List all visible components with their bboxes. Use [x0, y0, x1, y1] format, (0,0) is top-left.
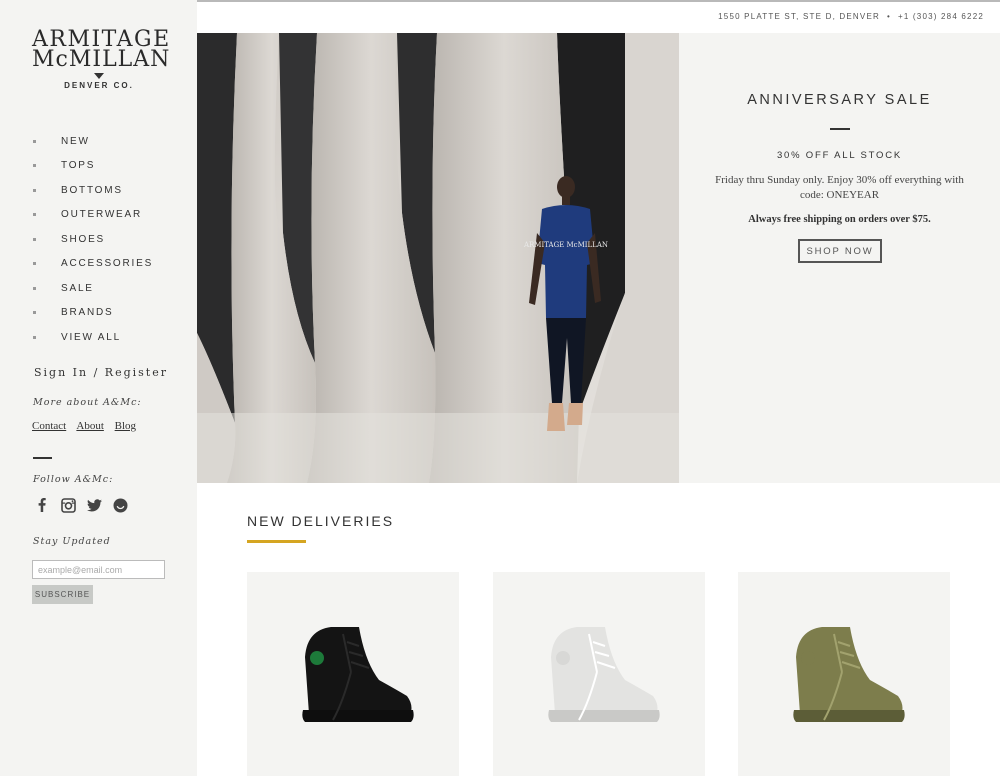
sneaker-image — [302, 627, 414, 722]
instagram-icon[interactable] — [60, 497, 76, 513]
bullet-icon — [33, 262, 36, 266]
signin-register-link[interactable]: Sign In / Register — [34, 366, 168, 379]
nav-item-label: BRANDS — [61, 307, 114, 319]
shoe-patch — [801, 651, 815, 665]
separator: • — [886, 12, 891, 21]
shoe-patch — [310, 651, 324, 665]
email-field[interactable] — [32, 560, 165, 579]
smile-icon[interactable] — [112, 497, 128, 513]
section-accent-rule — [247, 540, 306, 543]
store-address: 1550 PLATTE ST, STE D, DENVER — [718, 12, 880, 21]
hero-image: ARMITAGE McMILLAN — [197, 33, 679, 483]
logo-line-3: DENVER CO. — [64, 81, 134, 90]
promo-title: ANNIVERSARY SALE — [747, 92, 932, 108]
shoe-upper — [796, 627, 903, 714]
nav-item-label: BOTTOMS — [61, 184, 123, 196]
shoe-upper — [305, 627, 412, 714]
product-card[interactable] — [247, 572, 459, 776]
nav-item-accessories[interactable]: ACCESSORIES — [33, 252, 153, 277]
follow-heading: Follow A&Mc: — [33, 474, 114, 485]
bullet-icon — [33, 286, 36, 290]
about-link[interactable]: About — [76, 420, 104, 432]
nav-item-sale[interactable]: SALE — [33, 276, 153, 301]
nav-item-brands[interactable]: BRANDS — [33, 301, 153, 326]
logo-triangle-icon — [94, 73, 104, 79]
contact-link[interactable]: Contact — [32, 420, 66, 432]
bullet-icon — [33, 213, 36, 217]
product-card[interactable] — [738, 572, 950, 776]
bullet-icon — [33, 164, 36, 168]
new-deliveries-section: NEW DELIVERIES — [197, 483, 1000, 776]
promo-divider — [830, 128, 850, 130]
hero-photo: ARMITAGE McMILLAN — [197, 33, 679, 483]
brand-logo[interactable]: ARMITAGE McMILLAN DENVER CO. — [32, 29, 171, 91]
nav-item-outerwear[interactable]: OUTERWEAR — [33, 203, 153, 228]
hero-promo: ANNIVERSARY SALE 30% OFF ALL STOCK Frida… — [679, 33, 1000, 483]
logo-line-2: McMILLAN — [32, 47, 171, 72]
shoe-sole — [793, 710, 905, 722]
nav-item-label: VIEW ALL — [61, 331, 121, 343]
nav-item-label: SHOES — [61, 233, 106, 245]
main-nav: NEW TOPS BOTTOMS OUTERWEAR SHOES ACCESSO… — [33, 129, 153, 350]
nav-item-view-all[interactable]: VIEW ALL — [33, 325, 153, 350]
divider — [33, 457, 52, 459]
nav-item-bottoms[interactable]: BOTTOMS — [33, 178, 153, 203]
shop-now-button[interactable]: SHOP NOW — [798, 239, 882, 263]
top-bar: 1550 PLATTE ST, STE D, DENVER • +1 (303) 2… — [197, 0, 1000, 33]
blog-link[interactable]: Blog — [115, 420, 136, 432]
sneaker-image — [548, 627, 660, 722]
product-card[interactable] — [493, 572, 705, 776]
shoe-upper — [551, 627, 658, 714]
sidebar: ARMITAGE McMILLAN DENVER CO. NEW TOPS BO… — [0, 0, 197, 776]
nav-item-tops[interactable]: TOPS — [33, 154, 153, 179]
shipping-note: Always free shipping on orders over $75. — [748, 214, 931, 225]
bullet-icon — [33, 237, 36, 241]
info-links: Contact About Blog — [32, 420, 144, 432]
facebook-icon[interactable] — [34, 497, 50, 513]
shoe-sole — [302, 710, 414, 722]
contact-info: 1550 PLATTE ST, STE D, DENVER • +1 (303) 2… — [718, 12, 984, 21]
promo-description: Friday thru Sunday only. Enjoy 30% off e… — [715, 174, 964, 201]
section-title: NEW DELIVERIES — [247, 513, 395, 529]
social-links — [34, 497, 128, 513]
bullet-icon — [33, 139, 36, 143]
shoe-sole — [548, 710, 660, 722]
subscribe-button[interactable]: SUBSCRIBE — [32, 585, 93, 604]
bullet-icon — [33, 311, 36, 315]
more-about-heading: More about A&Mc: — [33, 397, 142, 408]
sneaker-image — [793, 627, 905, 722]
nav-item-shoes[interactable]: SHOES — [33, 227, 153, 252]
shoe-patch — [556, 651, 570, 665]
stay-updated-heading: Stay Updated — [33, 536, 111, 547]
nav-item-new[interactable]: NEW — [33, 129, 153, 154]
nav-item-label: OUTERWEAR — [61, 209, 143, 221]
bullet-icon — [33, 335, 36, 339]
nav-item-label: SALE — [61, 282, 94, 294]
nav-item-label: ACCESSORIES — [61, 258, 154, 270]
bullet-icon — [33, 188, 36, 192]
nav-item-label: NEW — [61, 135, 90, 147]
twitter-icon[interactable] — [86, 497, 102, 513]
shirt-print: ARMITAGE McMILLAN — [523, 241, 608, 249]
nav-item-label: TOPS — [61, 160, 96, 172]
promo-subtitle: 30% OFF ALL STOCK — [776, 150, 903, 161]
store-phone[interactable]: +1 (303) 284 6222 — [898, 12, 984, 21]
